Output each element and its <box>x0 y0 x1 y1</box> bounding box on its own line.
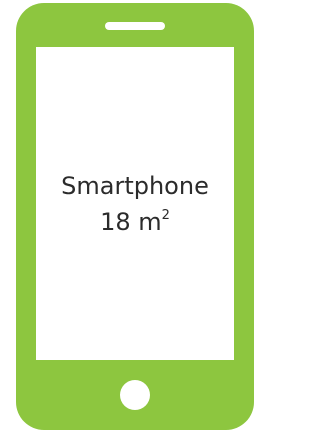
area-superscript: 2 <box>161 207 170 223</box>
area-number: 18 m <box>100 207 162 236</box>
phone-screen: Smartphone 18 m2 <box>36 47 234 360</box>
home-button-icon <box>120 380 150 410</box>
smartphone-icon: Smartphone 18 m2 <box>16 3 254 430</box>
speaker-slot-icon <box>105 22 165 30</box>
device-label: Smartphone <box>61 171 209 200</box>
area-value: 18 m2 <box>100 202 170 238</box>
